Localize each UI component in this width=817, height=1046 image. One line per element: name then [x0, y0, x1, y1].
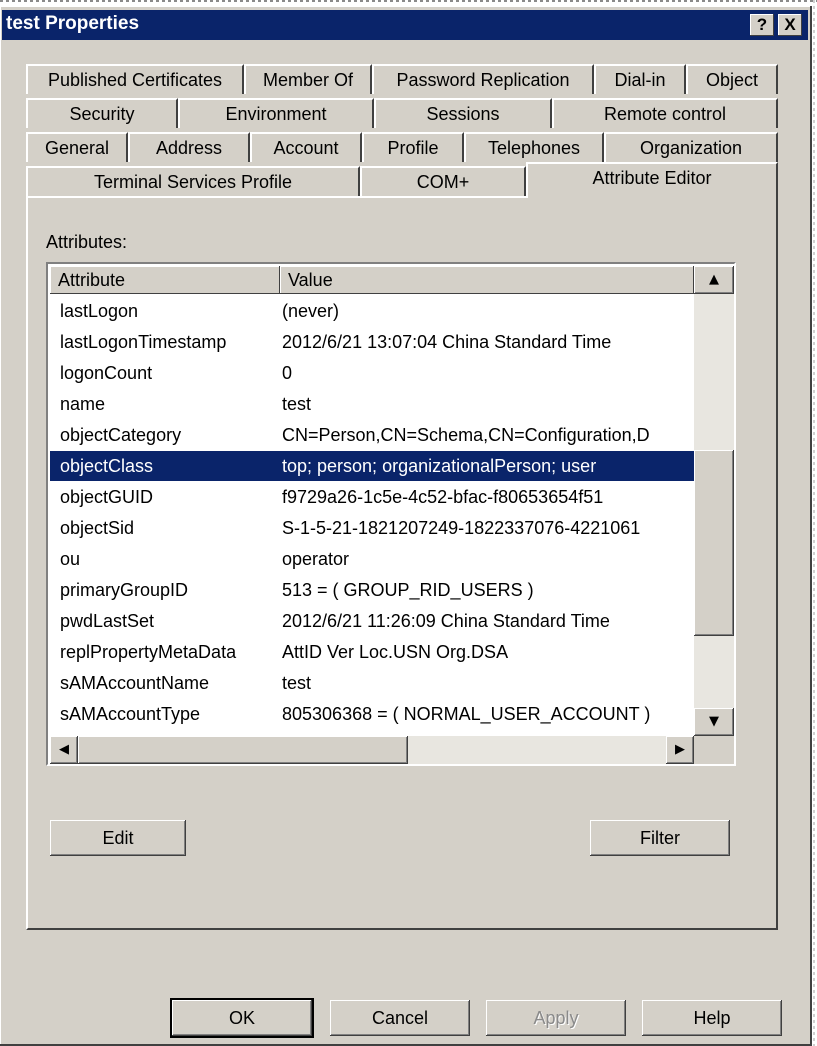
tab-dial-in[interactable]: Dial-in [594, 64, 686, 94]
tab-telephones[interactable]: Telephones [464, 132, 604, 162]
scroll-down-icon[interactable]: ▼ [694, 708, 734, 736]
table-row[interactable]: name test [50, 389, 694, 419]
title-bar[interactable]: test Properties ? X [2, 10, 808, 40]
tab-security[interactable]: Security [26, 98, 178, 128]
column-header-value[interactable]: Value [280, 266, 694, 294]
attribute-value-cell: AttID Ver Loc.USN Org.DSA [282, 642, 509, 662]
table-row[interactable]: objectClass top; person; organizationalPe… [50, 451, 694, 481]
table-row[interactable]: primaryGroupID 513 = ( GROUP_RID_USERS ) [50, 575, 694, 605]
tab-organization[interactable]: Organization [604, 132, 778, 162]
attribute-name-cell: logonCount [60, 363, 153, 383]
tab-remote-control[interactable]: Remote control [552, 98, 778, 128]
table-row[interactable]: objectSid S-1-5-21-1821207249-1822337076-… [50, 513, 694, 543]
column-header-attribute[interactable]: Attribute [50, 266, 280, 294]
tab-password-replication[interactable]: Password Replication [372, 64, 594, 94]
attribute-value-cell: test [282, 673, 312, 693]
vertical-scrollbar[interactable]: ▲ ▼ [694, 266, 734, 736]
attribute-value-cell: CN=Person,CN=Schema,CN=Configuration,D [282, 425, 650, 445]
tab-member-of[interactable]: Member Of [244, 64, 372, 94]
attribute-name-cell: sAMAccountName [60, 673, 210, 693]
tab-attribute-editor[interactable]: Attribute Editor [526, 162, 778, 198]
window-title: test Properties [6, 13, 140, 34]
screen-edge-dots [0, 0, 817, 2]
table-row[interactable]: logonCount 0 [50, 358, 694, 388]
tab-profile[interactable]: Profile [362, 132, 464, 162]
scroll-left-icon[interactable]: ◀ [50, 736, 78, 764]
attribute-value-cell: top; person; organizationalPerson; user [282, 456, 597, 476]
tab-account[interactable]: Account [250, 132, 362, 162]
filter-button[interactable]: Filter [590, 820, 730, 856]
edit-button[interactable]: Edit [50, 820, 186, 856]
attribute-name-cell: sAMAccountType [60, 704, 201, 724]
attribute-value-cell: 513 = ( GROUP_RID_USERS ) [282, 580, 534, 600]
scroll-right-icon[interactable]: ▶ [666, 736, 694, 764]
table-row[interactable]: ou operator [50, 544, 694, 574]
tab-address[interactable]: Address [128, 132, 250, 162]
attribute-name-cell: lastLogon [60, 301, 139, 321]
attribute-value-cell: f9729a26-1c5e-4c52-bfac-f80653654f51 [282, 487, 604, 507]
vertical-scroll-thumb[interactable] [694, 450, 734, 636]
table-row[interactable]: objectCategory CN=Person,CN=Schema,CN=Con… [50, 420, 694, 450]
horizontal-scroll-thumb[interactable] [78, 736, 408, 764]
attribute-name-cell: objectGUID [60, 487, 154, 507]
attribute-value-cell: 2012/6/21 11:26:09 China Standard Time [282, 611, 610, 631]
apply-button[interactable]: Apply [486, 1000, 626, 1036]
attribute-name-cell: objectClass [60, 456, 154, 476]
scroll-up-icon[interactable]: ▲ [694, 266, 734, 294]
close-icon[interactable]: X [778, 14, 802, 36]
list-header: Attribute Value [50, 266, 694, 294]
attribute-value-cell: S-1-5-21-1821207249-1822337076-4221061 [282, 518, 641, 538]
tab-general[interactable]: General [26, 132, 128, 162]
attribute-name-cell: lastLogonTimestamp [60, 332, 227, 352]
horizontal-scrollbar[interactable]: ◀ ▶ [50, 736, 694, 764]
attribute-value-cell: (never) [282, 301, 340, 321]
attribute-name-cell: name [60, 394, 106, 414]
attribute-name-cell: primaryGroupID [60, 580, 189, 600]
help-icon[interactable]: ? [750, 14, 774, 36]
ok-button[interactable]: OK [170, 998, 314, 1038]
tab-environment[interactable]: Environment [178, 98, 374, 128]
attribute-value-cell: operator [282, 549, 350, 569]
help-button[interactable]: Help [642, 1000, 782, 1036]
attribute-value-cell: 805306368 = ( NORMAL_USER_ACCOUNT ) [282, 704, 651, 724]
attribute-name-cell: pwdLastSet [60, 611, 155, 631]
table-row[interactable]: pwdLastSet 2012/6/21 11:26:09 China Stand… [50, 606, 694, 636]
tab-terminal-services-profile[interactable]: Terminal Services Profile [26, 166, 360, 196]
tab-object[interactable]: Object [686, 64, 778, 94]
attribute-value-cell: 2012/6/21 13:07:04 China Standard Time [282, 332, 612, 352]
screen-edge-dots-vertical [813, 0, 815, 1046]
table-row[interactable]: sAMAccountName test [50, 668, 694, 698]
attribute-name-cell: ou [60, 549, 81, 569]
table-row[interactable]: replPropertyMetaData AttID Ver Loc.USN Or… [50, 637, 694, 667]
attribute-name-cell: objectCategory [60, 425, 182, 445]
table-row[interactable]: sAMAccountType 805306368 = ( NORMAL_USER_… [50, 699, 694, 729]
table-row[interactable]: objectGUID f9729a26-1c5e-4c52-bfac-f80653… [50, 482, 694, 512]
attribute-value-cell: test [282, 394, 312, 414]
table-row[interactable]: lastLogon (never) [50, 296, 694, 326]
table-row[interactable]: lastLogonTimestamp 2012/6/21 13:07:04 Chi… [50, 327, 694, 357]
tab-com-plus[interactable]: COM+ [360, 166, 526, 196]
attribute-name-cell: objectSid [60, 518, 135, 538]
attribute-value-cell: 0 [282, 363, 293, 383]
tab-published-certificates[interactable]: Published Certificates [26, 64, 244, 94]
attribute-name-cell: replPropertyMetaData [60, 642, 237, 662]
tab-sessions[interactable]: Sessions [374, 98, 552, 128]
scroll-corner [694, 736, 734, 764]
attributes-list[interactable]: Attribute Value lastLogon (never) lastLogo… [46, 262, 736, 766]
cancel-button[interactable]: Cancel [330, 1000, 470, 1036]
attributes-label: Attributes: [46, 232, 128, 252]
